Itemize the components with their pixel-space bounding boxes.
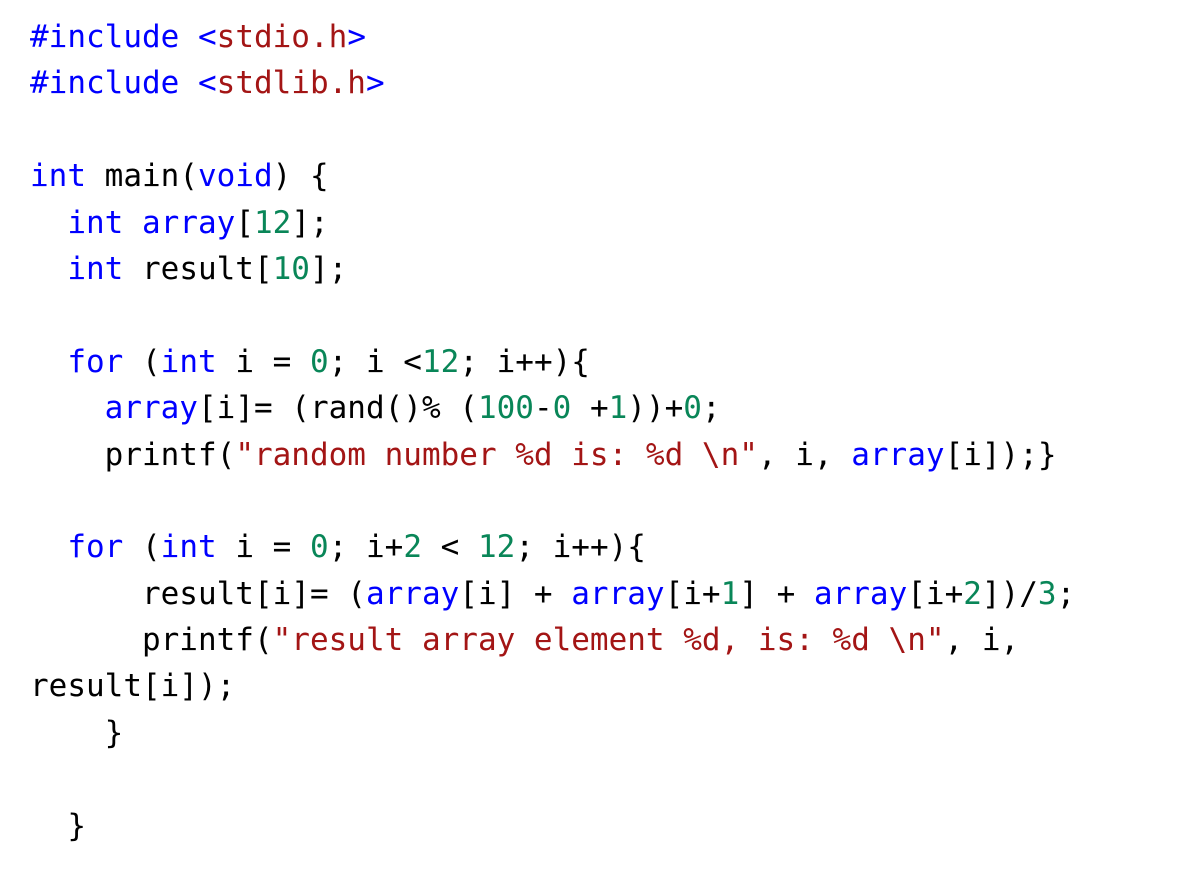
string-token: stdio.h: [216, 19, 348, 55]
code-token: ])/: [981, 575, 1038, 612]
code-line: int main(void) {: [30, 153, 1075, 199]
keyword-token: array: [365, 575, 460, 612]
number-token: 0: [309, 343, 329, 380]
code-line: int result[10];: [30, 246, 1075, 292]
code-line: }: [30, 710, 1075, 756]
code-token: ; i++){: [459, 343, 590, 380]
code-line: for (int i = 0; i+2 < 12; i++){: [30, 524, 1075, 570]
code-token: printf(: [30, 622, 273, 659]
code-token: result[: [123, 250, 273, 287]
keyword-token: <: [197, 19, 217, 55]
code-token: ];: [291, 204, 329, 241]
code-token: result[i]= (: [30, 575, 366, 612]
number-token: 10: [272, 250, 310, 287]
keyword-token: array: [571, 575, 665, 612]
code-block: #include <stdio.h>#include <stdlib.h>​in…: [30, 14, 1075, 849]
number-token: 12: [421, 343, 460, 380]
code-line: printf("result array element %d, is: %d …: [30, 617, 1075, 663]
code-token: result[i]);: [30, 668, 236, 705]
code-token: }: [30, 807, 86, 844]
code-token: }: [30, 714, 124, 751]
keyword-token: #include: [30, 65, 198, 102]
number-token: 0: [552, 390, 572, 427]
code-token: <: [421, 529, 478, 566]
string-token: "random number %d is: %d \n": [235, 436, 758, 473]
code-line: for (int i = 0; i <12; i++){: [30, 339, 1075, 385]
code-token: [i+: [907, 575, 964, 612]
code-token: (: [123, 343, 161, 380]
code-line: #include <stdlib.h>: [30, 60, 1075, 106]
code-token: main(: [86, 158, 198, 195]
number-token: 0: [683, 390, 702, 427]
keyword-token: for: [67, 529, 124, 566]
number-token: 12: [477, 529, 516, 566]
code-line: printf("random number %d is: %d \n", i, …: [30, 432, 1075, 478]
code-line: }: [30, 803, 1075, 849]
keyword-token: void: [197, 158, 273, 195]
keyword-token: int: [30, 158, 86, 195]
code-token: i =: [216, 529, 310, 566]
code-token: +: [571, 390, 609, 427]
number-token: 1: [720, 575, 740, 612]
number-token: 100: [477, 390, 534, 427]
keyword-token: >: [365, 65, 385, 102]
code-token: , i,: [944, 622, 1020, 659]
code-token: [i] +: [459, 575, 572, 612]
code-line: ​: [30, 107, 1075, 153]
number-token: 2: [403, 529, 422, 566]
code-line: array[i]= (rand()% (100-0 +1))+0;: [30, 385, 1075, 431]
code-token: ] +: [739, 575, 814, 612]
code-token: [i]= (rand()% (: [197, 390, 478, 427]
code-line: #include <stdio.h>: [30, 14, 1075, 60]
code-token: , i,: [757, 436, 852, 473]
code-line: ​: [30, 292, 1075, 338]
keyword-token: #include: [30, 19, 198, 55]
code-token: ; i+: [328, 529, 404, 566]
number-token: 2: [963, 575, 982, 612]
keyword-token: >: [347, 19, 366, 55]
keyword-token: int: [160, 343, 217, 380]
code-token: ))+: [627, 390, 684, 427]
keyword-token: for: [67, 343, 124, 380]
code-line: ​: [30, 478, 1075, 524]
code-token: [i]);}: [944, 436, 1057, 473]
code-token: [: [235, 204, 254, 241]
string-token: stdlib.h: [216, 65, 366, 102]
keyword-token: array: [104, 390, 198, 427]
code-line: ​: [30, 756, 1075, 802]
number-token: 1: [608, 390, 628, 427]
code-token: ];: [309, 250, 348, 287]
keyword-token: array: [813, 575, 908, 612]
code-line: result[i]);: [30, 663, 1075, 709]
code-token: i =: [216, 343, 310, 380]
code-line: result[i]= (array[i] + array[i+1] + arra…: [30, 571, 1075, 617]
keyword-token: array: [142, 204, 236, 241]
number-token: 0: [309, 529, 329, 566]
code-token: [i+: [664, 575, 721, 612]
keyword-token: int: [67, 250, 124, 287]
code-token: (: [123, 529, 161, 566]
keyword-token: array: [851, 436, 945, 473]
keyword-token: <: [197, 65, 217, 102]
code-token: ) {: [272, 158, 329, 195]
keyword-token: int: [67, 204, 124, 241]
code-token: ;: [701, 390, 721, 427]
code-token: ;: [1056, 575, 1076, 612]
number-token: 12: [254, 204, 292, 241]
code-token: -: [533, 390, 553, 427]
keyword-token: int: [160, 529, 217, 566]
code-token: printf(: [30, 436, 236, 473]
string-token: "result array element %d, is: %d \n": [272, 622, 945, 659]
code-token: ; i++){: [515, 529, 646, 566]
code-token: ; i <: [328, 343, 422, 380]
number-token: 3: [1037, 575, 1057, 612]
code-line: int array[12];: [30, 200, 1075, 246]
